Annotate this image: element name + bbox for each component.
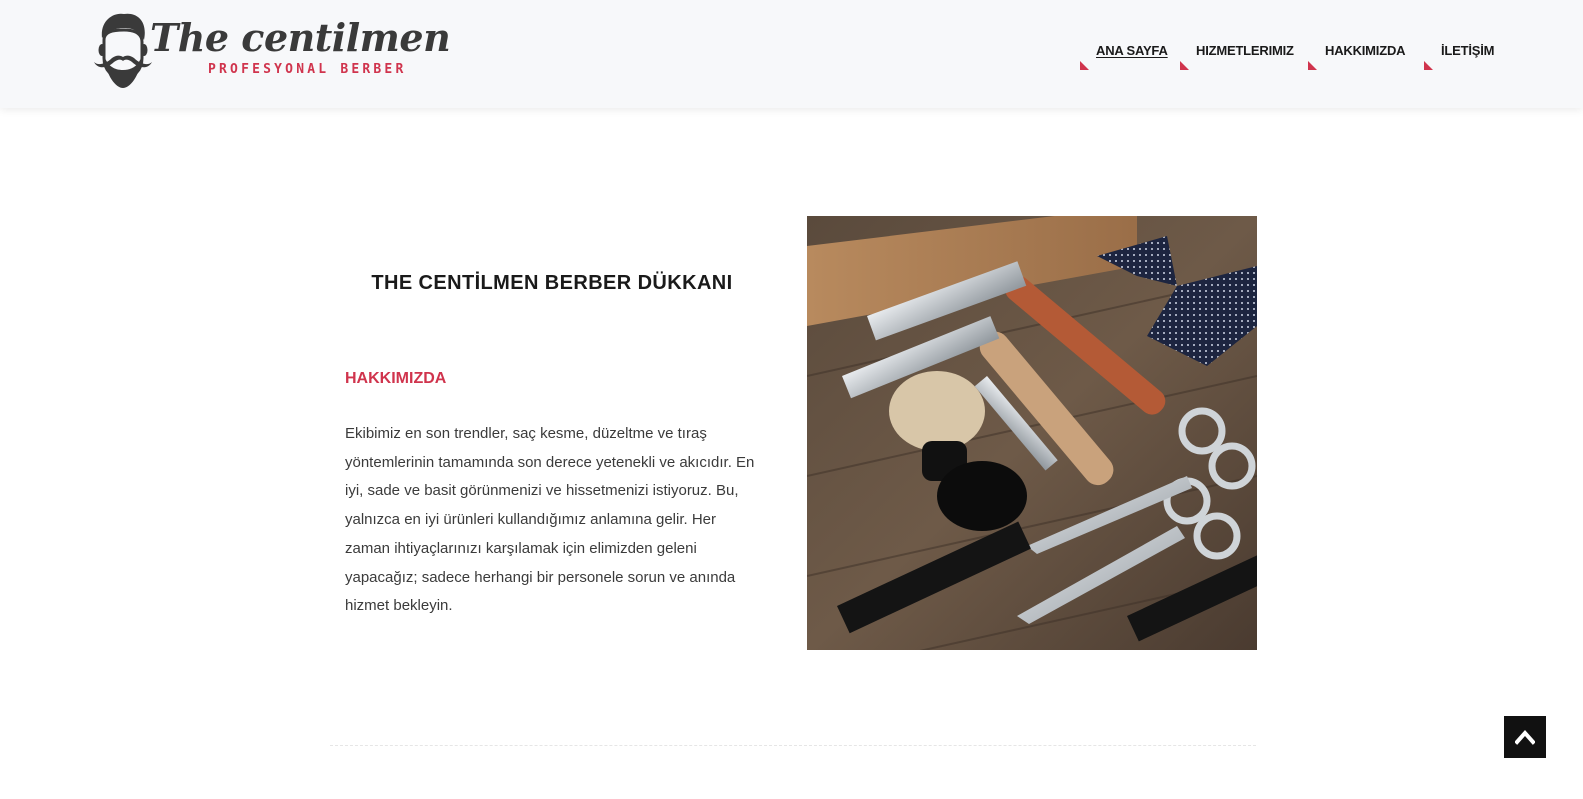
mustache-man-icon	[94, 13, 152, 88]
barber-tools-photo	[807, 216, 1257, 650]
nav-triangle-icon	[1308, 61, 1317, 70]
nav-triangle-icon	[1424, 61, 1433, 70]
about-heading: HAKKIMIZDA	[345, 370, 447, 387]
scroll-to-top-button[interactable]	[1504, 716, 1546, 758]
brand-logo[interactable]: The centilmen PROFESYONAL BERBER	[90, 10, 451, 92]
section-divider	[330, 745, 1256, 746]
site-header: The centilmen PROFESYONAL BERBER ANA SAY…	[0, 0, 1583, 108]
page-title: THE CENTİLMEN BERBER DÜKKANI	[371, 272, 733, 294]
nav-item-label: HIZMETLERIMIZ	[1196, 43, 1294, 58]
nav-item-label: HAKKIMIZDA	[1325, 43, 1406, 58]
brand-name: The centilmen	[150, 15, 451, 60]
nav-triangle-icon	[1080, 61, 1089, 70]
chevron-up-icon	[1515, 729, 1535, 745]
nav-item-label: ANA SAYFA	[1096, 43, 1168, 58]
nav-item-label: İLETİŞİM	[1441, 43, 1495, 58]
about-text: Ekibimiz en son trendler, saç kesme, düz…	[345, 425, 755, 615]
nav-triangle-icon	[1180, 61, 1189, 70]
brand-tagline: PROFESYONAL BERBER	[208, 62, 407, 77]
barber-tools-image	[807, 216, 1257, 650]
